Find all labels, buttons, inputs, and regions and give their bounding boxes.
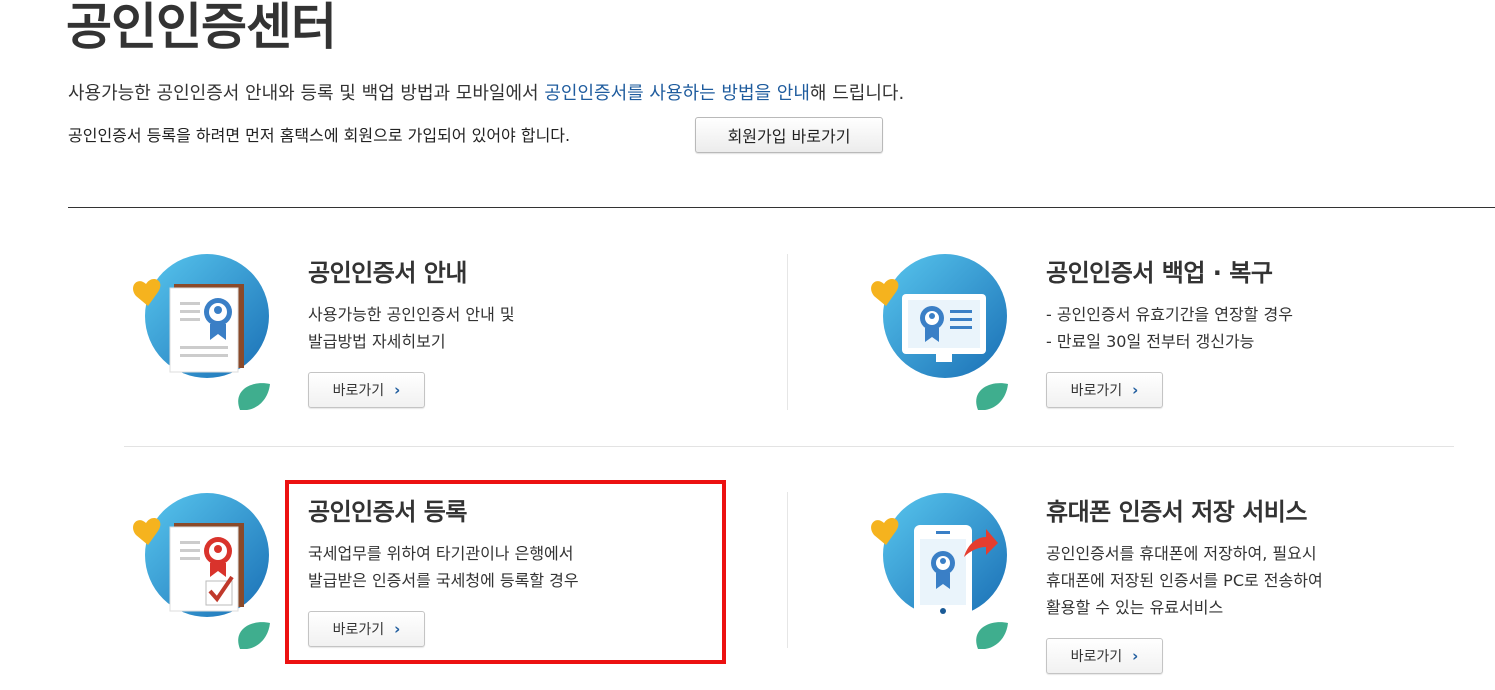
- certificate-document-icon: [122, 250, 272, 411]
- monitor-certificate-icon: [860, 250, 1010, 411]
- column-divider-top: [787, 254, 788, 410]
- membership-notice: 공인인증서 등록을 하려면 먼저 홈택스에 회원으로 가입되어 있어야 합니다.: [68, 126, 571, 145]
- card-description-line: - 공인인증서 유효기간을 연장할 경우: [1046, 305, 1293, 324]
- chevron-right-icon: ›: [394, 381, 401, 399]
- card-description-line: - 만료일 30일 전부터 갱신가능: [1046, 332, 1255, 351]
- card-title: 공인인증서 안내: [308, 259, 467, 287]
- chevron-right-icon: ›: [1132, 647, 1139, 665]
- go-button-label: 바로가기: [332, 383, 385, 399]
- join-membership-button[interactable]: 회원가입 바로가기: [695, 117, 883, 153]
- card-title: 휴대폰 인증서 저장 서비스: [1046, 498, 1307, 526]
- card-description-line: 발급방법 자세히보기: [308, 332, 446, 351]
- go-button[interactable]: 바로가기 ›: [1046, 372, 1163, 408]
- highlight-box: [285, 480, 726, 664]
- intro-text-post: 해 드립니다.: [809, 83, 905, 104]
- row-divider: [124, 446, 1454, 447]
- card-title: 공인인증서 백업 · 복구: [1046, 259, 1273, 287]
- certificate-check-icon: [122, 489, 272, 650]
- chevron-right-icon: ›: [1132, 381, 1139, 399]
- go-button[interactable]: 바로가기 ›: [1046, 638, 1163, 674]
- phone-certificate-icon: [860, 489, 1010, 650]
- intro-text-pre: 사용가능한 공인인증서 안내와 등록 및 백업 방법과 모바일에서: [68, 83, 545, 104]
- card-description-line: 공인인증서를 휴대폰에 저장하여, 필요시: [1046, 544, 1317, 563]
- intro-text-highlight: 공인인증서를 사용하는 방법을 안내: [544, 83, 810, 104]
- card-description: 공인인증서를 휴대폰에 저장하여, 필요시 휴대폰에 저장된 인증서를 PC로 …: [1046, 540, 1323, 621]
- card-description-line: 활용할 수 있는 유료서비스: [1046, 598, 1224, 617]
- card-description: - 공인인증서 유효기간을 연장할 경우 - 만료일 30일 전부터 갱신가능: [1046, 301, 1293, 355]
- go-button-label: 바로가기: [1070, 383, 1123, 399]
- go-button-label: 바로가기: [1070, 649, 1123, 665]
- intro-text: 사용가능한 공인인증서 안내와 등록 및 백업 방법과 모바일에서 공인인증서를…: [68, 79, 904, 105]
- card-description-line: 휴대폰에 저장된 인증서를 PC로 전송하여: [1046, 571, 1323, 590]
- card-description-line: 사용가능한 공인인증서 안내 및: [308, 305, 515, 324]
- card-description: 사용가능한 공인인증서 안내 및 발급방법 자세히보기: [308, 301, 515, 355]
- page-title: 공인인증센터: [66, 0, 337, 56]
- column-divider-bottom: [787, 492, 788, 648]
- header-divider: [68, 207, 1495, 208]
- go-button[interactable]: 바로가기 ›: [308, 372, 425, 408]
